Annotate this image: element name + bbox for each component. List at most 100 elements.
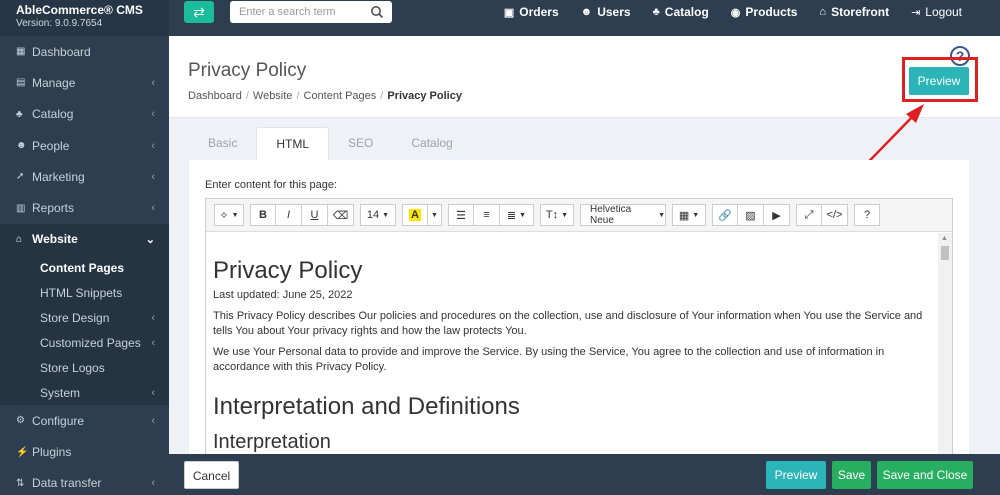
font-size-select[interactable]: 14 ▼ xyxy=(360,204,396,226)
sidebar-item-website[interactable]: ⌂ Website ⌄ xyxy=(0,223,169,256)
save-and-close-button[interactable]: Save and Close xyxy=(877,461,973,489)
video-icon[interactable]: ▶ xyxy=(764,204,790,226)
rich-text-editor: ✧ ▼ B I U ⌫ 14 ▼ A ▼ ☰ ≡ ≣ ▼ T↕ ▼ Helvet… xyxy=(205,198,953,461)
sidebar-item-marketing[interactable]: ➚ Marketing ‹ xyxy=(0,161,169,192)
breadcrumb-content-pages[interactable]: Content Pages xyxy=(304,90,377,102)
scrollbar-thumb[interactable] xyxy=(941,246,949,260)
image-icon[interactable]: ▨ xyxy=(738,204,764,226)
fullscreen-icon[interactable]: ⤢ xyxy=(796,204,822,226)
underline-button[interactable]: U xyxy=(302,204,328,226)
sidebar-item-label: Plugins xyxy=(32,445,72,460)
italic-button[interactable]: I xyxy=(276,204,302,226)
sidebar-subitem-store-design[interactable]: Store Design ‹ xyxy=(0,305,169,330)
search-box xyxy=(230,1,392,23)
chevron-left-icon: ‹ xyxy=(151,170,155,183)
breadcrumb: Dashboard / Website / Content Pages / Privacy … xyxy=(188,90,462,102)
footer-bar: Cancel Preview Save Save and Close xyxy=(169,454,1000,495)
sidebar-subitem-system[interactable]: System ‹ xyxy=(0,380,169,405)
top-link-users[interactable]: ☻ Users xyxy=(581,5,631,19)
annotation-highlight-box xyxy=(902,57,978,102)
top-link-products[interactable]: ◉ Products xyxy=(731,5,798,19)
top-link-orders[interactable]: ▣ Orders xyxy=(504,5,559,19)
cogs-icon: ⚙ xyxy=(16,415,25,427)
link-icon[interactable]: 🔗 xyxy=(712,204,738,226)
sidebar-item-plugins[interactable]: ⚡ Plugins xyxy=(0,436,169,467)
doc-heading-1: Privacy Policy xyxy=(213,257,363,284)
table-icon[interactable]: ▦ ▼ xyxy=(672,204,706,226)
app-version: Version: 9.0.9.7654 xyxy=(16,18,103,29)
tab-seo[interactable]: SEO xyxy=(329,127,392,160)
chevron-down-icon[interactable]: ▼ xyxy=(428,204,442,226)
footer-preview-button[interactable]: Preview xyxy=(766,461,826,489)
search-input[interactable] xyxy=(230,1,360,23)
chevron-left-icon: ‹ xyxy=(151,76,155,89)
home-icon: ⌂ xyxy=(16,233,23,245)
brand: AbleCommerce® CMS Version: 9.0.9.7654 xyxy=(0,0,169,36)
sidebar-subitem-store-logos[interactable]: Store Logos xyxy=(0,355,169,380)
sidebar-item-label: Website xyxy=(32,232,78,247)
page-title: Privacy Policy xyxy=(188,60,307,81)
sidebar-item-reports[interactable]: ▥ Reports ‹ xyxy=(0,192,169,223)
transfer-icon: ⇅ xyxy=(16,477,25,489)
sidebar-subitem-html-snippets[interactable]: HTML Snippets xyxy=(0,280,169,305)
doc-paragraph-2: We use Your Personal data to provide and… xyxy=(213,346,885,373)
editor-content[interactable]: Privacy Policy Last updated: June 25, 20… xyxy=(206,233,940,461)
sidebar-item-data-transfer[interactable]: ⇅ Data transfer ‹ xyxy=(0,468,169,495)
save-button[interactable]: Save xyxy=(832,461,871,489)
products-icon: ◉ xyxy=(730,6,741,19)
code-view-icon[interactable]: </> xyxy=(822,204,848,226)
bold-button[interactable]: B xyxy=(250,204,276,226)
sidebar-item-label: Catalog xyxy=(32,107,74,122)
top-link-catalog[interactable]: ♣ Catalog xyxy=(653,5,709,19)
breadcrumb-current: Privacy Policy xyxy=(387,90,462,102)
tab-bar: Basic HTML SEO Catalog xyxy=(189,127,472,160)
breadcrumb-dashboard[interactable]: Dashboard xyxy=(188,90,242,102)
tab-catalog[interactable]: Catalog xyxy=(392,127,471,160)
chevron-left-icon: ‹ xyxy=(151,202,155,215)
top-link-storefront[interactable]: ⌂ Storefront xyxy=(819,5,889,19)
content-panel: Enter content for this page: ✧ ▼ B I U ⌫ … xyxy=(189,160,969,461)
editor-label: Enter content for this page: xyxy=(205,179,338,191)
sitemap-icon: ♣ xyxy=(652,6,660,18)
app-title: AbleCommerce® CMS xyxy=(16,3,143,17)
magic-wand-icon[interactable]: ✧ ▼ xyxy=(214,204,244,226)
sidebar-item-label: People xyxy=(32,138,70,153)
doc-paragraph-1: This Privacy Policy describes Our polici… xyxy=(213,310,923,337)
scroll-up-icon[interactable]: ▲ xyxy=(941,235,948,242)
sidebar-item-label: Data transfer xyxy=(32,476,102,491)
sidebar-subitem-customized-pages[interactable]: Customized Pages ‹ xyxy=(0,330,169,355)
editor-scrollbar[interactable]: ▲ xyxy=(938,233,952,461)
sidebar-item-label: Manage xyxy=(32,75,76,90)
plug-icon: ⚡ xyxy=(16,446,29,458)
chevron-left-icon: ‹ xyxy=(151,336,155,349)
bullet-list-icon[interactable]: ☰ xyxy=(448,204,474,226)
sidebar-item-people[interactable]: ☻ People ‹ xyxy=(0,130,169,161)
page-header: Privacy Policy Dashboard / Website / Content… xyxy=(169,36,1000,118)
text-color-button[interactable]: A xyxy=(402,204,428,226)
list-icon: ▤ xyxy=(16,77,26,89)
sidebar-subitem-content-pages[interactable]: Content Pages xyxy=(0,255,169,280)
tab-html[interactable]: HTML xyxy=(256,127,330,160)
top-link-logout[interactable]: ⇥ Logout xyxy=(911,5,962,19)
chevron-left-icon: ‹ xyxy=(151,108,155,121)
heading-icon[interactable]: T↕ ▼ xyxy=(540,204,574,226)
sidebar-item-manage[interactable]: ▤ Manage ‹ xyxy=(0,67,169,98)
numbered-list-icon[interactable]: ≡ xyxy=(474,204,500,226)
users-icon: ☻ xyxy=(580,6,593,18)
eraser-icon[interactable]: ⌫ xyxy=(328,204,354,226)
help-icon[interactable]: ? xyxy=(854,204,880,226)
font-family-select[interactable]: Helvetica Neue ▼ xyxy=(580,204,666,226)
tab-basic[interactable]: Basic xyxy=(189,127,256,160)
website-submenu: Content Pages HTML Snippets Store Design… xyxy=(0,255,169,406)
sidebar-item-label: Marketing xyxy=(32,169,85,184)
breadcrumb-website[interactable]: Website xyxy=(253,90,293,102)
sidebar-item-catalog[interactable]: ♣ Catalog ‹ xyxy=(0,99,169,130)
align-icon[interactable]: ≣ ▼ xyxy=(500,204,534,226)
sidebar-item-label: Dashboard xyxy=(32,44,91,59)
search-icon[interactable] xyxy=(370,5,384,19)
cancel-button[interactable]: Cancel xyxy=(184,461,239,489)
sidebar-item-configure[interactable]: ⚙ Configure ‹ xyxy=(0,405,169,436)
sidebar-item-dashboard[interactable]: ▦ Dashboard xyxy=(0,36,169,67)
sidebar-item-label: Reports xyxy=(32,201,75,216)
sidebar-toggle-button[interactable]: ⇄ xyxy=(184,1,214,23)
